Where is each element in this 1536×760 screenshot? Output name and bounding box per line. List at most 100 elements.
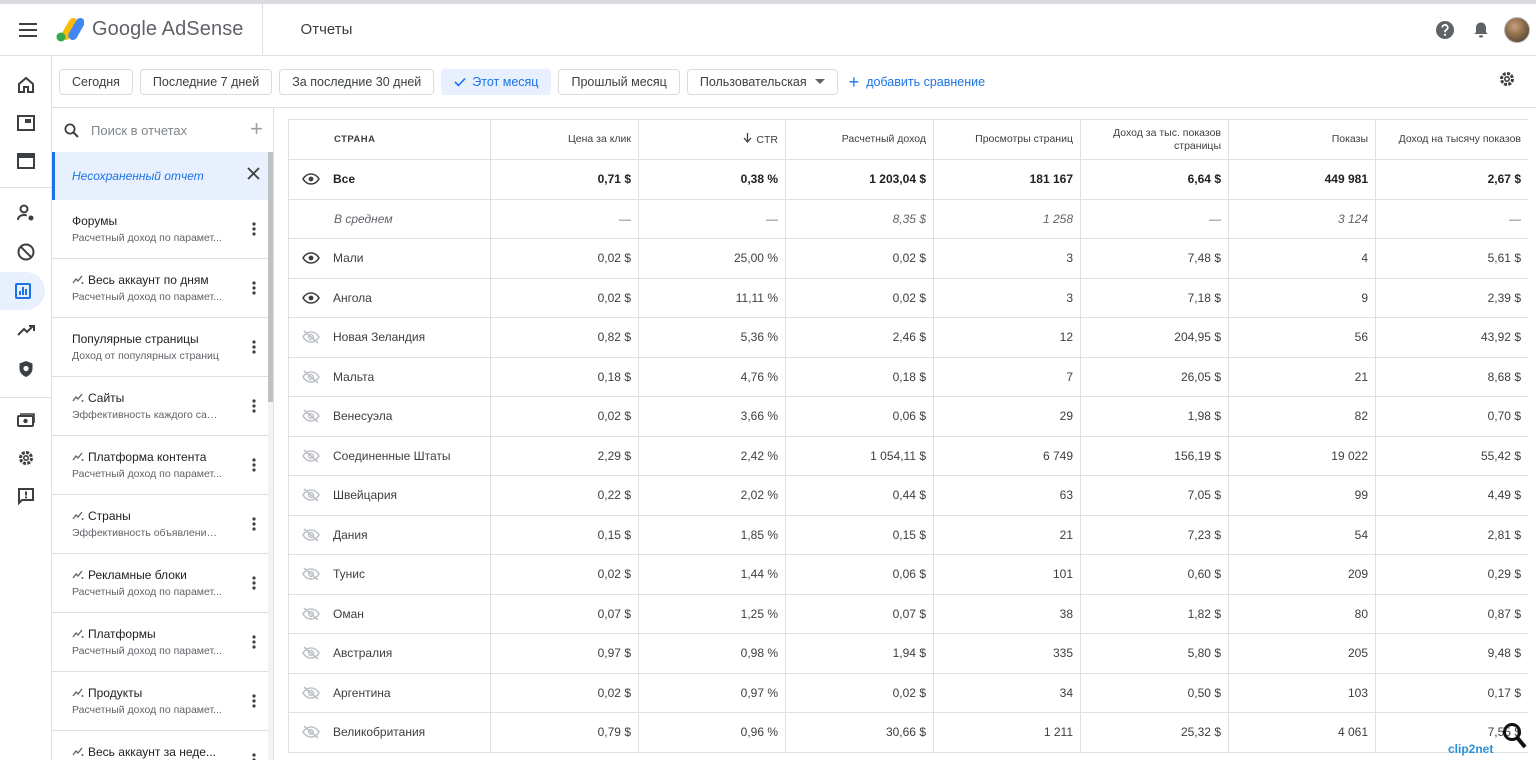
report-list-item[interactable]: Весь аккаунт по дням Расчетный доход по п… bbox=[52, 259, 268, 318]
report-menu-button[interactable] bbox=[252, 281, 256, 300]
chip-today[interactable]: Сегодня bbox=[59, 68, 133, 95]
toggle-visibility-button[interactable] bbox=[289, 409, 333, 423]
nav-policy-center[interactable] bbox=[0, 350, 52, 388]
report-menu-button[interactable] bbox=[252, 340, 256, 359]
new-report-button[interactable]: + bbox=[250, 118, 263, 140]
report-menu-button[interactable] bbox=[252, 517, 256, 536]
more-vert-icon bbox=[252, 753, 256, 760]
account-button[interactable] bbox=[1504, 12, 1530, 48]
toggle-visibility-button[interactable] bbox=[289, 646, 333, 660]
check-icon bbox=[454, 77, 466, 87]
chip-last-7-days[interactable]: Последние 7 дней bbox=[139, 68, 273, 95]
metric-cell: 449 981 bbox=[1228, 159, 1376, 200]
toggle-visibility-button[interactable] bbox=[289, 173, 333, 186]
metric-cell: 205 bbox=[1228, 633, 1376, 674]
toggle-visibility-button[interactable] bbox=[289, 567, 333, 581]
row-label: В среднем bbox=[334, 211, 393, 226]
column-header[interactable]: Доход на тысячу показов bbox=[1375, 119, 1528, 160]
metric-cell: — bbox=[490, 198, 639, 239]
chip-custom-range[interactable]: Пользовательская bbox=[686, 68, 838, 95]
country-name: Мали bbox=[333, 251, 364, 266]
report-menu-button[interactable] bbox=[252, 458, 256, 477]
nav-sites[interactable] bbox=[0, 142, 52, 180]
column-header[interactable]: СТРАНА bbox=[288, 119, 491, 160]
metric-cell: 3,66 % bbox=[638, 396, 786, 437]
report-list-item[interactable]: Сайты Эффективность каждого сайта bbox=[52, 377, 268, 436]
country-name: Новая Зеландия bbox=[333, 330, 426, 345]
report-search-input[interactable] bbox=[91, 122, 231, 138]
report-list-item[interactable]: Весь аккаунт за неде... bbox=[52, 731, 268, 760]
nav-payments[interactable] bbox=[0, 401, 52, 439]
nav-blocking-controls[interactable] bbox=[0, 233, 52, 271]
report-menu-button[interactable] bbox=[252, 753, 256, 760]
nav-feedback[interactable] bbox=[0, 477, 52, 515]
chip-this-month[interactable]: Этот месяц bbox=[441, 68, 552, 95]
metric-cell: 0,97 $ bbox=[490, 633, 639, 674]
toggle-visibility-button[interactable] bbox=[289, 528, 333, 542]
report-menu-button[interactable] bbox=[252, 399, 256, 418]
avatar bbox=[1504, 17, 1530, 43]
close-icon[interactable] bbox=[247, 167, 260, 180]
report-title-row: Популярные страницы bbox=[72, 332, 268, 346]
report-subtitle: Доход от популярных страниц bbox=[72, 350, 219, 362]
more-vert-icon bbox=[252, 694, 256, 708]
column-header[interactable]: Расчетный доход bbox=[785, 119, 934, 160]
unsaved-report-label: Несохраненный отчет bbox=[72, 169, 204, 183]
table-row-total: Все 0,71 $0,38 % 1 203,04 $181 167 6,64 $44… bbox=[288, 159, 1528, 200]
report-list-item[interactable]: Платформы Расчетный доход по парамет... bbox=[52, 613, 268, 672]
metric-cell: 2,46 $ bbox=[785, 317, 934, 358]
nav-home[interactable] bbox=[0, 66, 52, 104]
notifications-button[interactable] bbox=[1468, 12, 1494, 48]
toggle-visibility-button[interactable] bbox=[289, 686, 333, 700]
toggle-visibility-button[interactable] bbox=[289, 449, 333, 463]
chip-last-30-days[interactable]: За последние 30 дней bbox=[279, 68, 435, 95]
column-header[interactable]: Показы bbox=[1228, 119, 1376, 160]
auto-report-icon bbox=[72, 511, 84, 520]
help-button[interactable] bbox=[1432, 12, 1458, 48]
nav-optimization[interactable] bbox=[0, 311, 52, 349]
report-title: Платформа контента bbox=[88, 450, 207, 464]
report-menu-button[interactable] bbox=[252, 635, 256, 654]
metric-cell: 5,80 $ bbox=[1080, 633, 1229, 674]
report-list-item[interactable]: Продукты Расчетный доход по парамет... bbox=[52, 672, 268, 731]
report-menu-button[interactable] bbox=[252, 694, 256, 713]
report-list-item[interactable]: Страны Эффективность объявлений ... bbox=[52, 495, 268, 554]
toggle-visibility-button[interactable] bbox=[289, 607, 333, 621]
toggle-visibility-button[interactable] bbox=[289, 252, 333, 265]
column-header[interactable]: CTR bbox=[638, 119, 786, 160]
table-settings-button[interactable] bbox=[1498, 70, 1516, 93]
nav-ads[interactable] bbox=[0, 104, 52, 142]
country-cell: Великобритания bbox=[288, 712, 491, 753]
report-list-item[interactable]: Форумы Расчетный доход по парамет... bbox=[52, 200, 268, 259]
toggle-visibility-button[interactable] bbox=[289, 330, 333, 344]
column-header[interactable]: Цена за клик bbox=[490, 119, 639, 160]
report-menu-button[interactable] bbox=[252, 576, 256, 595]
nav-privacy-messaging[interactable] bbox=[0, 194, 52, 232]
toggle-visibility-button[interactable] bbox=[289, 370, 333, 384]
main-menu-button[interactable] bbox=[0, 4, 56, 56]
scrollbar-thumb[interactable] bbox=[268, 152, 273, 402]
metric-cell: 2,39 $ bbox=[1375, 277, 1528, 318]
toggle-visibility-button[interactable] bbox=[289, 725, 333, 739]
column-header[interactable]: Доход за тыс. показов страницы bbox=[1080, 119, 1229, 160]
report-list-item[interactable]: Платформа контента Расчетный доход по пар… bbox=[52, 436, 268, 495]
metric-cell: 0,82 $ bbox=[490, 317, 639, 358]
eye-icon bbox=[302, 291, 320, 304]
chip-last-month[interactable]: Прошлый месяц bbox=[558, 68, 680, 95]
add-comparison-button[interactable]: + добавить сравнение bbox=[849, 73, 985, 91]
report-list-scrollbar[interactable] bbox=[268, 152, 273, 760]
unsaved-report-item[interactable]: Несохраненный отчет bbox=[52, 152, 268, 200]
report-list-item[interactable]: Рекламные блоки Расчетный доход по параме… bbox=[52, 554, 268, 613]
metric-cell: 0,87 $ bbox=[1375, 593, 1528, 634]
toggle-visibility-button[interactable] bbox=[289, 488, 333, 502]
adsense-logo[interactable]: Google AdSense bbox=[56, 3, 263, 56]
toggle-visibility-button[interactable] bbox=[289, 291, 333, 304]
column-header[interactable]: Просмотры страниц bbox=[933, 119, 1081, 160]
report-list-item[interactable]: Популярные страницы Доход от популярных с… bbox=[52, 318, 268, 377]
nav-settings[interactable] bbox=[0, 439, 52, 477]
report-menu-button[interactable] bbox=[252, 222, 256, 241]
metric-cell: — bbox=[1375, 198, 1528, 239]
report-title-row: Форумы bbox=[72, 214, 268, 228]
nav-reports[interactable] bbox=[0, 272, 45, 310]
more-vert-icon bbox=[252, 222, 256, 236]
